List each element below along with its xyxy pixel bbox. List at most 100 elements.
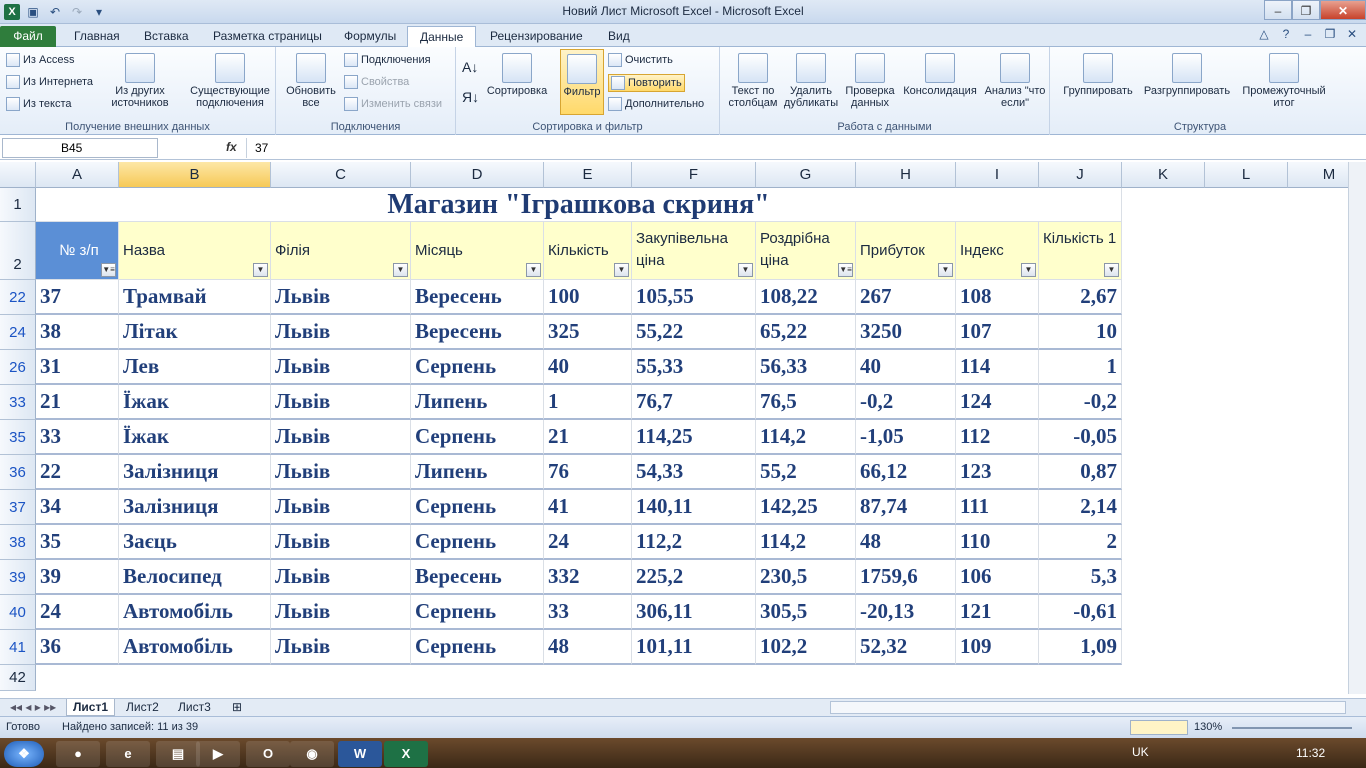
data-cell[interactable]: Вересень: [411, 560, 544, 595]
row-header[interactable]: 35: [0, 420, 36, 455]
data-cell[interactable]: Вересень: [411, 280, 544, 315]
row-header[interactable]: 38: [0, 525, 36, 560]
row-header[interactable]: 40: [0, 595, 36, 630]
sheet-tab-2[interactable]: Лист2: [120, 699, 165, 716]
data-cell[interactable]: Трамвай: [119, 280, 271, 315]
column-header-d[interactable]: D: [411, 162, 544, 188]
filter-dropdown-icon[interactable]: ▼: [614, 263, 629, 277]
column-header-a[interactable]: A: [36, 162, 119, 188]
data-cell[interactable]: 1: [544, 385, 632, 420]
refresh-all-button[interactable]: Обновить все: [280, 53, 342, 109]
minimize-ribbon-icon[interactable]: △: [1256, 27, 1272, 41]
data-cell[interactable]: Львів: [271, 525, 411, 560]
data-cell[interactable]: Львів: [271, 280, 411, 315]
data-cell[interactable]: 34: [36, 490, 119, 525]
explorer-icon[interactable]: ▤: [156, 741, 200, 767]
row-header[interactable]: 36: [0, 455, 36, 490]
group-button[interactable]: Группировать: [1058, 53, 1138, 97]
data-cell[interactable]: 123: [956, 455, 1039, 490]
filter-dropdown-icon[interactable]: ▼: [1104, 263, 1119, 277]
advanced-filter-button[interactable]: Дополнительно: [608, 97, 704, 111]
column-header-m[interactable]: M: [1288, 162, 1348, 188]
name-box[interactable]: B45: [2, 138, 158, 158]
consolidate-button[interactable]: Консолидация: [900, 53, 980, 97]
data-cell[interactable]: 325: [544, 315, 632, 350]
tab-insert[interactable]: Вставка: [132, 26, 201, 47]
column-header-c[interactable]: C: [271, 162, 411, 188]
data-cell[interactable]: 21: [36, 385, 119, 420]
data-cell[interactable]: Львів: [271, 385, 411, 420]
remove-duplicates-button[interactable]: Удалить дубликаты: [782, 53, 840, 109]
data-cell[interactable]: 38: [36, 315, 119, 350]
data-cell[interactable]: Літак: [119, 315, 271, 350]
data-cell[interactable]: 306,11: [632, 595, 756, 630]
data-cell[interactable]: 37: [36, 280, 119, 315]
data-cell[interactable]: Автомобіль: [119, 595, 271, 630]
doc-restore-icon[interactable]: ❐: [1322, 27, 1338, 41]
data-cell[interactable]: 111: [956, 490, 1039, 525]
data-cell[interactable]: 40: [544, 350, 632, 385]
data-cell[interactable]: 55,22: [632, 315, 756, 350]
data-cell[interactable]: 87,74: [856, 490, 956, 525]
horizontal-scrollbar[interactable]: [830, 701, 1346, 714]
excel-taskbar-icon[interactable]: X: [384, 741, 428, 767]
filter-dropdown-icon[interactable]: ▼: [938, 263, 953, 277]
data-cell[interactable]: 33: [36, 420, 119, 455]
chrome-icon[interactable]: ◉: [290, 741, 334, 767]
tab-data[interactable]: Данные: [407, 26, 477, 47]
data-cell[interactable]: 5,3: [1039, 560, 1122, 595]
data-cell[interactable]: 10: [1039, 315, 1122, 350]
filter-dropdown-icon[interactable]: ▼: [1021, 263, 1036, 277]
data-cell[interactable]: 54,33: [632, 455, 756, 490]
sheet-tab-3[interactable]: Лист3: [172, 699, 217, 716]
row-header[interactable]: 22: [0, 280, 36, 315]
zoom-level[interactable]: 130%: [1194, 721, 1222, 733]
header-cell[interactable]: Індекс ▼: [956, 222, 1039, 280]
clear-filter-button[interactable]: Очистить: [608, 53, 673, 67]
ie-icon[interactable]: e: [106, 741, 150, 767]
column-header-j[interactable]: J: [1039, 162, 1122, 188]
worksheet-grid[interactable]: ABCDEFGHIJKLM 1 2 22 24 26 33 35 36 37 38 39 40 41 42…: [0, 162, 1348, 694]
data-cell[interactable]: 2,14: [1039, 490, 1122, 525]
data-cell[interactable]: 114,2: [756, 420, 856, 455]
data-cell[interactable]: 39: [36, 560, 119, 595]
header-cell[interactable]: Закупівельна ціна ▼: [632, 222, 756, 280]
data-cell[interactable]: Вересень: [411, 315, 544, 350]
row-header[interactable]: 37: [0, 490, 36, 525]
taskbar-app-1[interactable]: ●: [56, 741, 100, 767]
data-cell[interactable]: 52,32: [856, 630, 956, 665]
language-indicator[interactable]: UK: [1132, 745, 1149, 759]
data-cell[interactable]: Львів: [271, 455, 411, 490]
data-cell[interactable]: 107: [956, 315, 1039, 350]
doc-minimize-icon[interactable]: –: [1300, 27, 1316, 41]
data-cell[interactable]: Серпень: [411, 420, 544, 455]
tab-review[interactable]: Рецензирование: [478, 26, 595, 47]
data-cell[interactable]: 24: [36, 595, 119, 630]
header-cell[interactable]: Кількість 1 ▼: [1039, 222, 1122, 280]
data-cell[interactable]: Львів: [271, 315, 411, 350]
data-cell[interactable]: 21: [544, 420, 632, 455]
start-button[interactable]: ❖: [4, 741, 44, 767]
data-cell[interactable]: 225,2: [632, 560, 756, 595]
data-cell[interactable]: 106: [956, 560, 1039, 595]
data-cell[interactable]: Львів: [271, 630, 411, 665]
header-cell[interactable]: № з/п ▼≡: [36, 222, 119, 280]
data-cell[interactable]: -0,2: [1039, 385, 1122, 420]
select-all-corner[interactable]: [0, 162, 36, 188]
row-header[interactable]: 39: [0, 560, 36, 595]
row-header[interactable]: 26: [0, 350, 36, 385]
data-cell[interactable]: 1,09: [1039, 630, 1122, 665]
data-cell[interactable]: 31: [36, 350, 119, 385]
media-player-icon[interactable]: ▶: [196, 741, 240, 767]
header-cell[interactable]: Прибуток ▼: [856, 222, 956, 280]
from-access-button[interactable]: Из Access: [6, 53, 74, 67]
data-cell[interactable]: 33: [544, 595, 632, 630]
data-cell[interactable]: 121: [956, 595, 1039, 630]
help-icon[interactable]: ?: [1278, 27, 1294, 41]
data-cell[interactable]: -20,13: [856, 595, 956, 630]
column-header-h[interactable]: H: [856, 162, 956, 188]
data-cell[interactable]: Липень: [411, 385, 544, 420]
data-cell[interactable]: Серпень: [411, 490, 544, 525]
data-cell[interactable]: 76,5: [756, 385, 856, 420]
data-cell[interactable]: 1759,6: [856, 560, 956, 595]
